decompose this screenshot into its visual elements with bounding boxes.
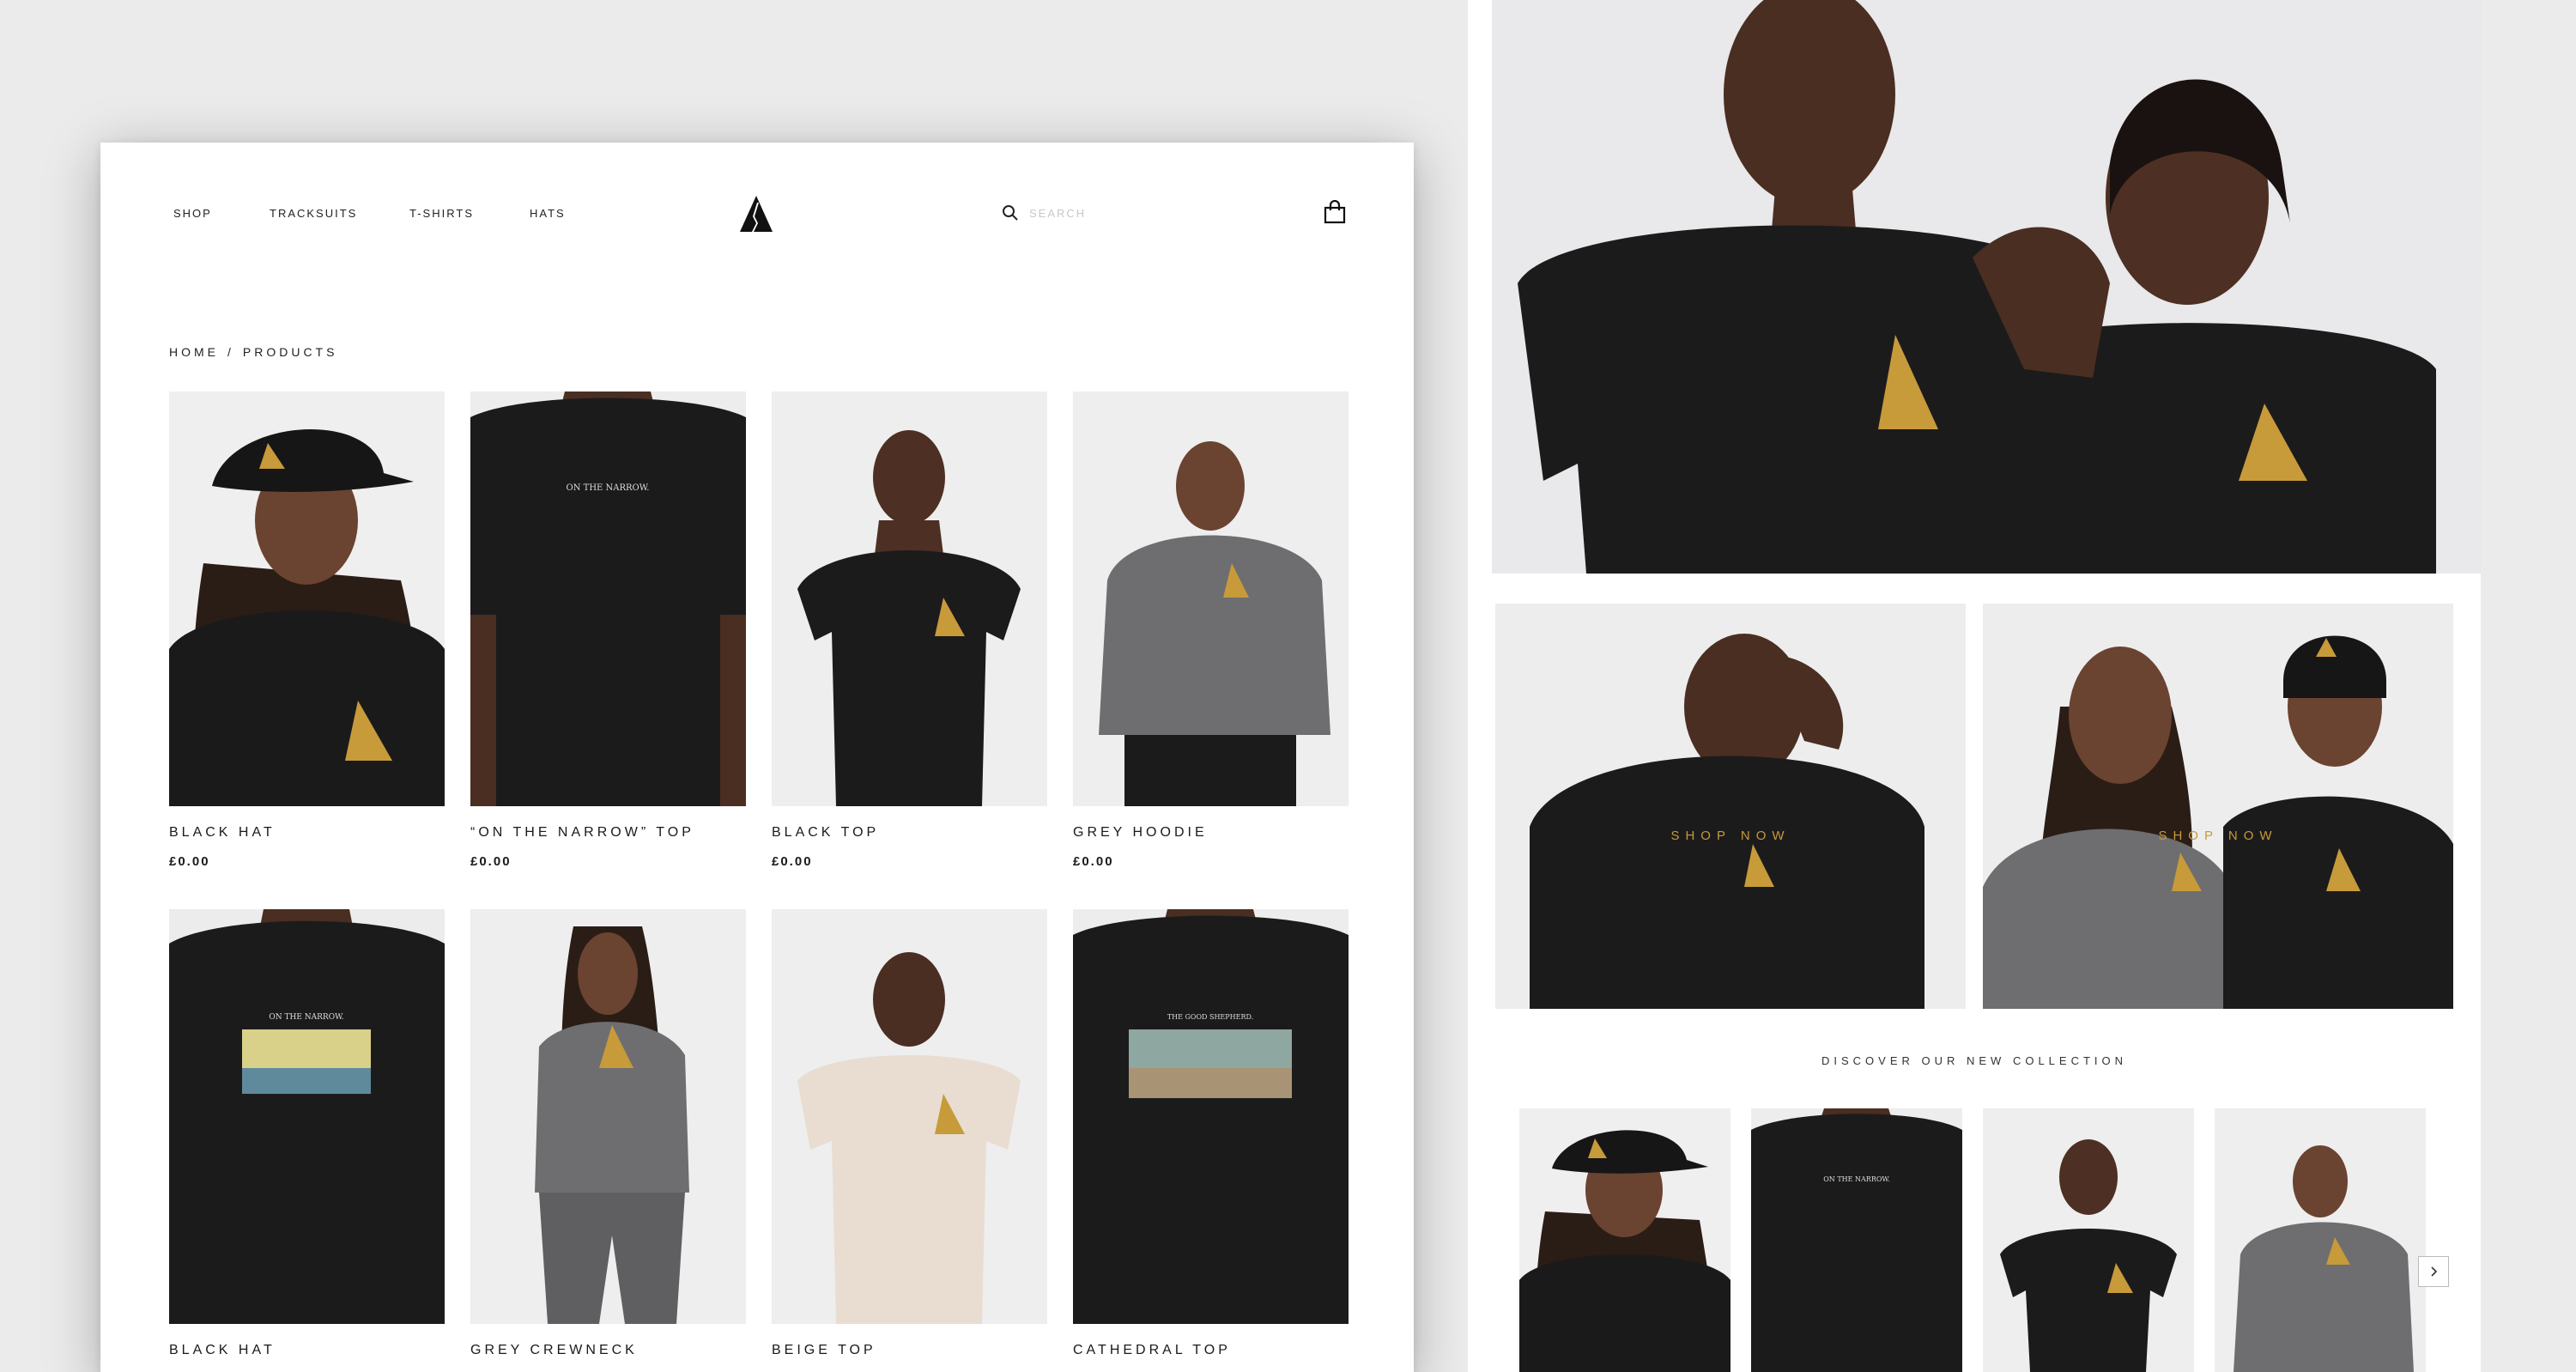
nav-tshirts[interactable]: T-Shirts	[409, 207, 474, 220]
product-price: £0.00	[470, 854, 512, 869]
shop-now-link[interactable]: Shop Now	[1983, 829, 2453, 843]
hero-image	[1492, 0, 2481, 574]
breadcrumb-current: Products	[242, 345, 338, 359]
product-name[interactable]: Black Hat	[169, 825, 445, 841]
product-card[interactable]: Grey Crewneck	[470, 909, 746, 1358]
collection-item[interactable]	[1983, 1108, 2194, 1372]
carousel-next-button[interactable]	[2418, 1256, 2449, 1287]
product-print-text: THE GOOD SHEPHERD.	[1167, 1013, 1253, 1021]
product-price: £0.00	[772, 854, 813, 869]
product-name[interactable]: Grey Hoodie	[1073, 825, 1349, 841]
logo-icon[interactable]	[740, 196, 773, 232]
product-name[interactable]: Beige Top	[772, 1343, 1047, 1358]
product-card[interactable]: THE GOOD SHEPHERD. Cathedral Top	[1073, 909, 1349, 1358]
product-print-text: ON THE NARROW.	[269, 1013, 343, 1022]
search-icon[interactable]	[1002, 204, 1019, 222]
nav-hats[interactable]: Hats	[530, 207, 566, 220]
nav-shop[interactable]: Shop	[173, 207, 212, 220]
product-name[interactable]: Black Hat	[169, 1343, 445, 1358]
product-image[interactable]: THE GOOD SHEPHERD.	[1073, 909, 1349, 1324]
product-image[interactable]	[772, 392, 1047, 806]
product-image[interactable]: ON THE NARROW.	[470, 392, 746, 806]
product-card[interactable]: Beige Top	[772, 909, 1047, 1358]
nav-tracksuits[interactable]: Tracksuits	[270, 207, 357, 220]
collection-item[interactable]	[2215, 1108, 2426, 1372]
collection-item[interactable]	[1519, 1108, 1730, 1372]
search-bar	[1002, 203, 1225, 223]
search-input[interactable]	[1029, 203, 1218, 223]
product-name[interactable]: Grey Crewneck	[470, 1343, 746, 1358]
product-name[interactable]: Cathedral Top	[1073, 1343, 1349, 1358]
home-preview-window: Shop Now Shop Now Discover Our New Colle…	[1468, 0, 2481, 1372]
product-price: £0.00	[169, 854, 210, 869]
shop-now-banner-left[interactable]: Shop Now	[1495, 604, 1966, 1009]
chevron-right-icon	[2431, 1266, 2438, 1277]
product-print-text: ON THE NARROW.	[567, 483, 650, 493]
discover-heading: Discover Our New Collection	[1821, 1054, 2128, 1067]
product-card[interactable]: ON THE NARROW. Black Hat	[169, 909, 445, 1358]
product-card[interactable]: Grey Hoodie £0.00	[1073, 392, 1349, 869]
shop-window: Shop Tracksuits T-Shirts Hats Home / Produ…	[100, 143, 1414, 1372]
breadcrumb-separator: /	[227, 345, 234, 359]
product-name[interactable]: Black Top	[772, 825, 1047, 841]
shop-now-banner-right[interactable]: Shop Now	[1983, 604, 2453, 1009]
product-image[interactable]	[169, 392, 445, 806]
shop-now-link[interactable]: Shop Now	[1495, 829, 1966, 843]
breadcrumb: Home / Products	[169, 345, 337, 359]
top-navigation: Shop Tracksuits T-Shirts Hats	[100, 143, 1414, 288]
product-image[interactable]	[1073, 392, 1349, 806]
product-card[interactable]: Black Hat £0.00	[169, 392, 445, 869]
product-price: £0.00	[1073, 854, 1114, 869]
product-image[interactable]	[470, 909, 746, 1324]
collection-print-text: ON THE NARROW.	[1823, 1175, 1890, 1183]
collection-item[interactable]: ON THE NARROW.	[1751, 1108, 1962, 1372]
shopping-bag-icon[interactable]	[1324, 200, 1346, 224]
product-card[interactable]: ON THE NARROW. “On The Narrow” Top £0.00	[470, 392, 746, 869]
product-image[interactable]: ON THE NARROW.	[169, 909, 445, 1324]
product-name[interactable]: “On The Narrow” Top	[470, 825, 746, 841]
product-card[interactable]: Black Top £0.00	[772, 392, 1047, 869]
product-image[interactable]	[772, 909, 1047, 1324]
breadcrumb-home[interactable]: Home	[169, 345, 219, 359]
